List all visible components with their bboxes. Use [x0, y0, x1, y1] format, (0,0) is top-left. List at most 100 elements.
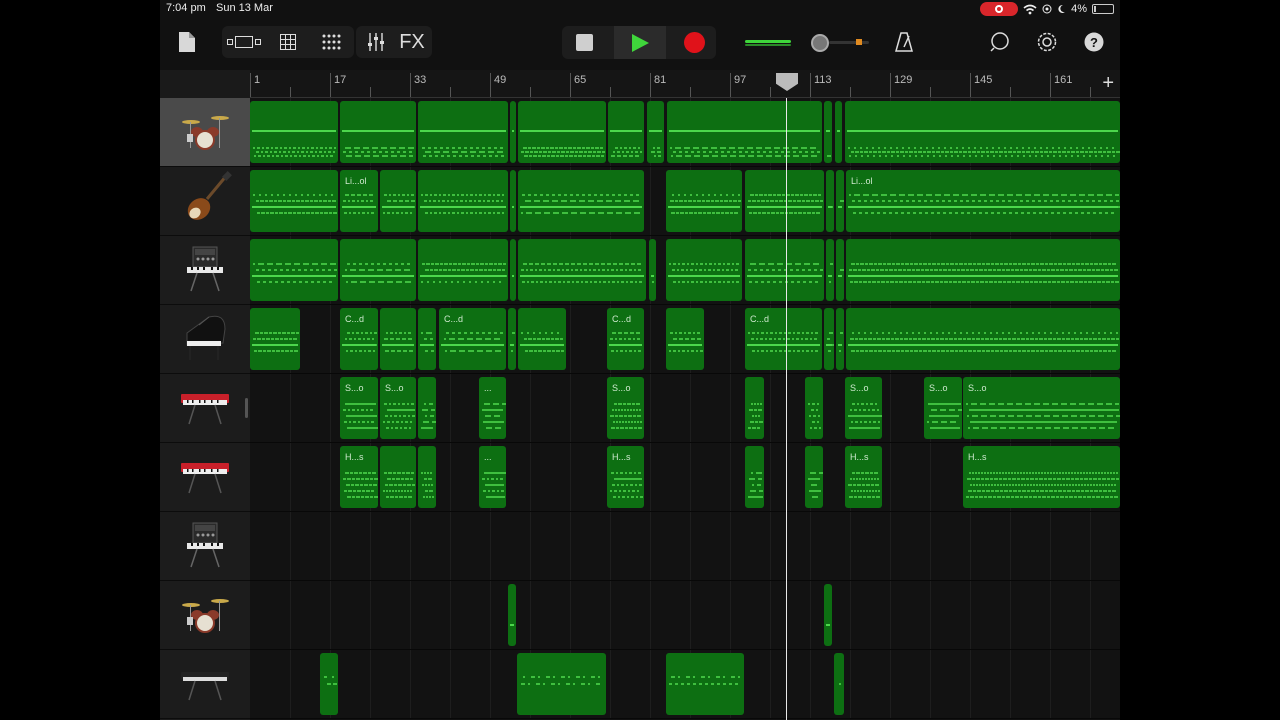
midi-region[interactable]: [250, 239, 338, 301]
midi-region[interactable]: [517, 653, 606, 715]
track-header-black-keyboard[interactable]: [160, 650, 250, 719]
midi-region[interactable]: [846, 308, 1120, 370]
track-lane[interactable]: [250, 581, 1120, 650]
midi-region[interactable]: [826, 239, 834, 301]
grid-view-icon[interactable]: [266, 34, 310, 50]
track-header-red-keyboard[interactable]: [160, 443, 250, 512]
track-lane[interactable]: Li...ol Li...ol: [250, 167, 1120, 236]
tracks-view-icon[interactable]: [222, 35, 266, 49]
midi-region[interactable]: [666, 239, 742, 301]
midi-region[interactable]: [508, 308, 516, 370]
midi-region[interactable]: C...d: [745, 308, 822, 370]
midi-region[interactable]: [745, 446, 764, 508]
midi-region[interactable]: [510, 170, 516, 232]
loop-icon[interactable]: [988, 26, 1012, 58]
midi-region[interactable]: [340, 239, 416, 301]
arrangement-area[interactable]: Li...ol Li...ol C...d C...d C...d C...d S...o S…: [250, 98, 1120, 720]
track-header-grand-piano[interactable]: [160, 305, 250, 374]
midi-region[interactable]: [518, 308, 566, 370]
midi-region[interactable]: [835, 101, 842, 163]
midi-region[interactable]: H...s: [340, 446, 378, 508]
midi-region[interactable]: S...o: [845, 377, 882, 439]
midi-region[interactable]: [518, 101, 606, 163]
track-lane[interactable]: [250, 98, 1120, 167]
midi-region[interactable]: [418, 101, 508, 163]
midi-region[interactable]: [508, 584, 516, 646]
midi-region[interactable]: [250, 170, 338, 232]
master-volume-track[interactable]: [829, 41, 869, 44]
track-header-drum-kit[interactable]: [160, 581, 250, 650]
mixer-icon[interactable]: [358, 33, 394, 51]
midi-region[interactable]: [518, 239, 646, 301]
settings-icon[interactable]: [1035, 26, 1059, 58]
track-lane[interactable]: S...o S...o... S...o S...o S...o S...o: [250, 374, 1120, 443]
track-header-synth-module[interactable]: [160, 512, 250, 581]
metronome-icon[interactable]: [892, 26, 916, 58]
midi-region[interactable]: [667, 101, 822, 163]
midi-region[interactable]: C...d: [607, 308, 644, 370]
track-lane[interactable]: H...s... H...s H...s H...s: [250, 443, 1120, 512]
track-lane[interactable]: [250, 236, 1120, 305]
midi-region[interactable]: [418, 239, 508, 301]
midi-region[interactable]: S...o: [924, 377, 962, 439]
midi-region[interactable]: [745, 239, 824, 301]
timeline-ruler[interactable]: 1 17 33 49 65 81 97 113 129 145 161 +: [250, 70, 1120, 98]
midi-region[interactable]: C...d: [340, 308, 378, 370]
midi-region[interactable]: [805, 377, 823, 439]
midi-region[interactable]: [824, 308, 834, 370]
midi-region[interactable]: [418, 377, 436, 439]
midi-region[interactable]: [510, 239, 516, 301]
midi-region[interactable]: [666, 308, 704, 370]
midi-region[interactable]: H...s: [963, 446, 1120, 508]
help-icon[interactable]: ?: [1082, 26, 1106, 58]
midi-region[interactable]: [608, 101, 644, 163]
midi-region[interactable]: H...s: [607, 446, 644, 508]
record-icon[interactable]: [684, 32, 705, 53]
track-header-bass-guitar[interactable]: [160, 167, 250, 236]
midi-region[interactable]: [846, 239, 1120, 301]
midi-region[interactable]: [824, 101, 832, 163]
midi-region[interactable]: [320, 653, 338, 715]
midi-region[interactable]: [510, 101, 516, 163]
midi-region[interactable]: Li...ol: [846, 170, 1120, 232]
midi-region[interactable]: [805, 446, 823, 508]
fx-button[interactable]: FX: [394, 31, 430, 54]
midi-region[interactable]: S...o: [963, 377, 1120, 439]
master-volume-knob[interactable]: [811, 34, 829, 52]
midi-region[interactable]: [666, 653, 744, 715]
midi-region[interactable]: [380, 170, 416, 232]
midi-region[interactable]: [826, 170, 834, 232]
add-section-button[interactable]: +: [1102, 72, 1114, 95]
midi-region[interactable]: [518, 170, 644, 232]
midi-region[interactable]: [418, 446, 436, 508]
playhead-handle[interactable]: [776, 73, 798, 91]
midi-region[interactable]: ...: [479, 377, 506, 439]
midi-region[interactable]: H...s: [845, 446, 882, 508]
play-button[interactable]: [614, 26, 666, 59]
midi-region[interactable]: [647, 101, 664, 163]
midi-region[interactable]: [418, 308, 436, 370]
midi-region[interactable]: S...o: [340, 377, 378, 439]
stop-icon[interactable]: [576, 34, 593, 51]
dots-grid-icon[interactable]: [310, 34, 354, 50]
midi-region[interactable]: [250, 308, 300, 370]
midi-region[interactable]: C...d: [439, 308, 506, 370]
midi-region[interactable]: [666, 170, 742, 232]
track-lane[interactable]: C...d C...d C...d C...d: [250, 305, 1120, 374]
midi-region[interactable]: [380, 308, 416, 370]
midi-region[interactable]: S...o: [380, 377, 416, 439]
midi-region[interactable]: [340, 101, 416, 163]
track-lane[interactable]: [250, 512, 1120, 581]
midi-region[interactable]: [745, 170, 824, 232]
midi-region[interactable]: [824, 584, 832, 646]
document-icon[interactable]: [174, 26, 200, 58]
midi-region[interactable]: [836, 239, 844, 301]
midi-region[interactable]: [836, 308, 844, 370]
track-header-synth-module[interactable]: [160, 236, 250, 305]
midi-region[interactable]: [845, 101, 1120, 163]
midi-region[interactable]: Li...ol: [340, 170, 378, 232]
track-lane[interactable]: [250, 650, 1120, 719]
midi-region[interactable]: [745, 377, 764, 439]
midi-region[interactable]: [418, 170, 508, 232]
midi-region[interactable]: [834, 653, 844, 715]
